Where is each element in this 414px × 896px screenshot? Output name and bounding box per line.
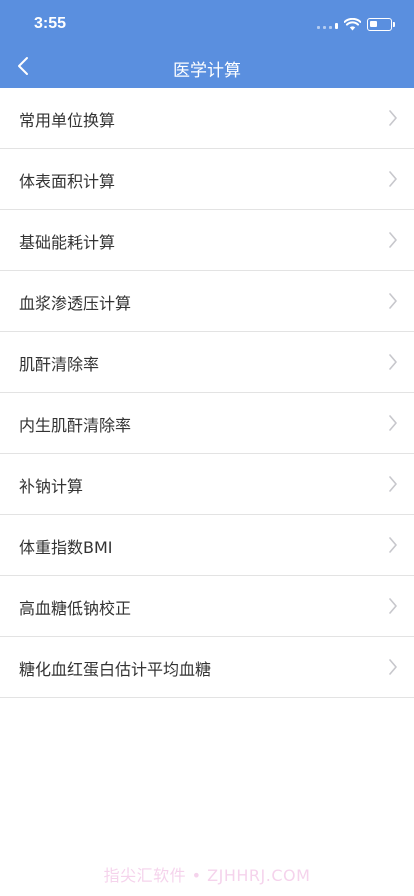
list-item-label: 肌酐清除率 <box>19 355 100 374</box>
chevron-right-icon <box>388 415 398 431</box>
nav-bar: 医学计算 <box>0 44 414 88</box>
list-item-unit-conversion[interactable]: 常用单位换算 <box>0 88 414 149</box>
list-item-label: 血浆渗透压计算 <box>19 294 132 313</box>
list-item-label: 补钠计算 <box>19 477 84 496</box>
status-bar: 3:55 <box>0 0 414 48</box>
list-item-plasma-osmolality[interactable]: 血浆渗透压计算 <box>0 271 414 332</box>
list-item-hyperglycemia-sodium-correction[interactable]: 高血糖低钠校正 <box>0 576 414 637</box>
wifi-icon <box>344 17 361 31</box>
chevron-right-icon <box>388 354 398 370</box>
list-item-basal-energy[interactable]: 基础能耗计算 <box>0 210 414 271</box>
watermark: 指尖汇软件 • ZJHHRJ.COM <box>103 866 311 885</box>
list-item-creatinine-clearance[interactable]: 肌酐清除率 <box>0 332 414 393</box>
chevron-right-icon <box>388 110 398 126</box>
cellular-signal-icon <box>317 19 338 29</box>
status-time: 3:55 <box>34 15 67 32</box>
list-item-endogenous-creatinine-clearance[interactable]: 内生肌酐清除率 <box>0 393 414 454</box>
chevron-right-icon <box>388 476 398 492</box>
status-icons <box>317 16 395 32</box>
chevron-right-icon <box>388 293 398 309</box>
chevron-right-icon <box>388 232 398 248</box>
list-item-body-surface-area[interactable]: 体表面积计算 <box>0 149 414 210</box>
list-item-label: 内生肌酐清除率 <box>19 416 132 435</box>
list-item-label: 基础能耗计算 <box>19 233 116 252</box>
list-item-sodium-supplement[interactable]: 补钠计算 <box>0 454 414 515</box>
chevron-right-icon <box>388 171 398 187</box>
header: 3:55 医学计算 <box>0 0 414 88</box>
list-item-label: 常用单位换算 <box>19 111 116 130</box>
list-item-label: 高血糖低钠校正 <box>19 599 132 618</box>
battery-icon <box>367 17 395 31</box>
list-item-hba1c-average-glucose[interactable]: 糖化血红蛋白估计平均血糖 <box>0 637 414 698</box>
list-item-label: 体重指数BMI <box>19 538 113 557</box>
calculator-list: 常用单位换算 体表面积计算 基础能耗计算 血浆渗透压计算 肌酐清除率 内生肌酐清… <box>0 88 414 698</box>
list-item-bmi[interactable]: 体重指数BMI <box>0 515 414 576</box>
chevron-right-icon <box>388 659 398 675</box>
chevron-right-icon <box>388 537 398 553</box>
list-item-label: 体表面积计算 <box>19 172 116 191</box>
chevron-right-icon <box>388 598 398 614</box>
list-item-label: 糖化血红蛋白估计平均血糖 <box>19 660 212 679</box>
page-title: 医学计算 <box>173 61 241 81</box>
